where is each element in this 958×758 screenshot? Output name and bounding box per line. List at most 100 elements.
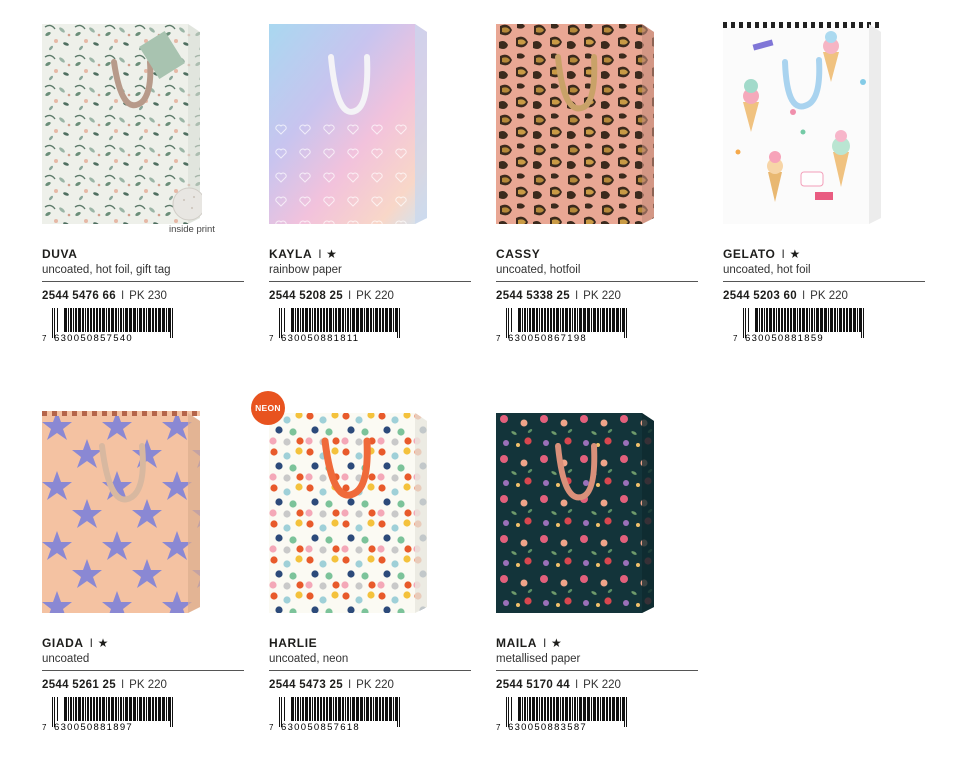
barcode-bar bbox=[773, 308, 775, 332]
barcode-bar bbox=[769, 308, 772, 332]
barcode-bar bbox=[572, 308, 573, 332]
barcode-number-prefix: 7 bbox=[269, 723, 274, 732]
article-number: 2544 5476 66 I PK 230 bbox=[42, 290, 167, 302]
product-description: uncoated bbox=[42, 653, 90, 665]
bag-image-maila bbox=[496, 411, 656, 621]
barcode-bar bbox=[57, 697, 58, 721]
barcode-bar bbox=[577, 308, 578, 332]
separator: I bbox=[781, 247, 786, 261]
barcode-bar bbox=[612, 697, 615, 721]
barcode-bar bbox=[797, 308, 798, 332]
barcode-bar bbox=[814, 308, 815, 332]
separator: I bbox=[801, 290, 806, 302]
barcode-bar bbox=[397, 697, 398, 727]
barcode: 7 630050857618 bbox=[269, 697, 400, 733]
barcode-bar bbox=[155, 697, 157, 721]
barcode-bar bbox=[279, 308, 280, 338]
barcode-bar bbox=[565, 308, 568, 332]
barcode-bar bbox=[778, 308, 780, 332]
barcode-bar bbox=[562, 697, 564, 721]
divider bbox=[269, 281, 471, 282]
barcode-bar bbox=[579, 308, 582, 332]
barcode: 7 630050881859 bbox=[733, 308, 864, 344]
product-description: uncoated, neon bbox=[269, 653, 349, 665]
barcode-bar bbox=[350, 308, 351, 332]
article-code: 2544 5338 25 bbox=[496, 290, 570, 302]
barcode-bar bbox=[360, 308, 363, 332]
barcode-bar bbox=[861, 308, 862, 338]
barcode-bar bbox=[57, 308, 58, 332]
barcode-bar bbox=[863, 308, 864, 338]
product-title: HARLIE bbox=[269, 636, 317, 650]
barcode-bar bbox=[87, 308, 89, 332]
barcode-bar bbox=[125, 308, 128, 332]
barcode-bar bbox=[572, 697, 573, 721]
barcode-bar bbox=[345, 697, 346, 721]
product-title: KAYLA I ★ bbox=[269, 247, 338, 261]
barcode-bar bbox=[347, 308, 349, 332]
barcode-bar bbox=[539, 308, 540, 332]
barcode-bar bbox=[397, 308, 398, 338]
separator: I bbox=[89, 636, 94, 650]
barcode-bar bbox=[326, 697, 328, 721]
barcode-bar bbox=[68, 308, 69, 332]
barcode-bar bbox=[356, 697, 359, 721]
barcode-bar bbox=[152, 697, 154, 721]
barcode-bar bbox=[616, 697, 619, 721]
bag-image-kayla bbox=[269, 22, 429, 232]
barcode-bar bbox=[297, 697, 299, 721]
barcode-bar bbox=[87, 697, 89, 721]
pack-size: PK 220 bbox=[583, 679, 621, 691]
barcode-bar bbox=[849, 308, 852, 332]
article-code: 2544 5170 44 bbox=[496, 679, 570, 691]
barcode-bar bbox=[326, 308, 328, 332]
barcode-bar bbox=[759, 308, 760, 332]
barcode-bar bbox=[857, 308, 858, 332]
barcode-bar bbox=[155, 308, 157, 332]
barcode-bar bbox=[399, 308, 400, 338]
barcode-bar bbox=[146, 697, 147, 721]
barcode-bar bbox=[96, 308, 98, 332]
barcode-bar bbox=[108, 697, 110, 721]
barcode-bar bbox=[385, 308, 388, 332]
barcode-bar bbox=[382, 697, 384, 721]
barcode-bar bbox=[102, 308, 105, 332]
article-number: 2544 5338 25 I PK 220 bbox=[496, 290, 621, 302]
barcode-bar bbox=[506, 308, 507, 338]
barcode-bar bbox=[309, 308, 311, 332]
barcode-bar bbox=[139, 308, 142, 332]
barcode-bar bbox=[755, 308, 758, 332]
barcode-bar bbox=[143, 697, 145, 721]
barcode-bar bbox=[52, 308, 53, 338]
barcode-bar bbox=[606, 697, 608, 721]
barcode-bar bbox=[587, 697, 590, 721]
barcode-bar bbox=[78, 308, 81, 332]
barcode-bar bbox=[137, 308, 138, 332]
barcode-bar bbox=[544, 697, 546, 721]
barcode-bar bbox=[799, 308, 801, 332]
barcode-bar bbox=[350, 697, 351, 721]
product-description: uncoated, hotfoil bbox=[496, 264, 581, 276]
barcode-bar bbox=[853, 308, 856, 332]
barcode-number-prefix: 7 bbox=[42, 334, 47, 343]
barcode-bar bbox=[389, 308, 392, 332]
bag-image-duva: inside print bbox=[42, 22, 215, 235]
barcode-number-prefix: 7 bbox=[42, 723, 47, 732]
barcode-bar bbox=[560, 308, 561, 332]
article-code: 2544 5203 60 bbox=[723, 290, 797, 302]
barcode-bar bbox=[379, 308, 381, 332]
barcode-bar bbox=[602, 308, 605, 332]
barcode-bar bbox=[622, 308, 624, 332]
product-title: GIADA I ★ bbox=[42, 636, 109, 650]
barcode-bar bbox=[602, 697, 605, 721]
barcode-bar bbox=[118, 308, 119, 332]
barcode-bar bbox=[574, 697, 576, 721]
bag-image-giada bbox=[42, 411, 202, 621]
barcode-bar bbox=[342, 308, 344, 332]
barcode-bar bbox=[743, 308, 744, 338]
barcode-bar bbox=[522, 697, 523, 721]
article-code: 2544 5208 25 bbox=[269, 290, 343, 302]
barcode-bar bbox=[609, 308, 611, 332]
barcode-bar bbox=[73, 308, 74, 332]
barcode-bar bbox=[802, 308, 805, 332]
